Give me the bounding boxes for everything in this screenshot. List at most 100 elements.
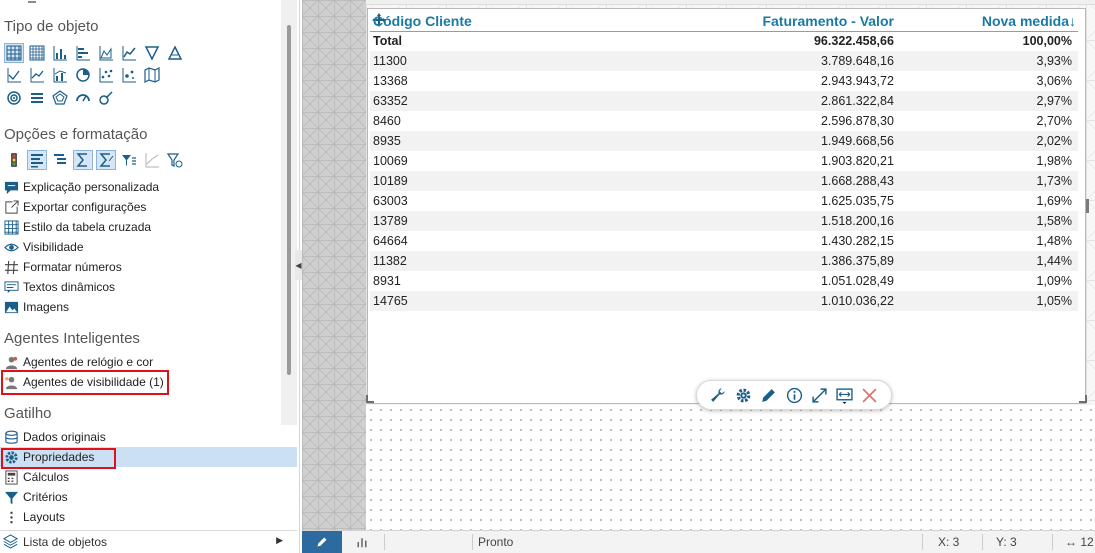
- table-object[interactable]: Código Cliente Faturamento - Valor Nova …: [366, 8, 1089, 410]
- object-list-label: Lista de objetos: [23, 534, 108, 549]
- menu-item-visibility[interactable]: Visibilidade: [3, 237, 84, 257]
- list-type-icon[interactable]: [27, 88, 47, 108]
- bar-chart-type-icon[interactable]: [50, 43, 70, 63]
- trend-disabled-icon[interactable]: [142, 150, 162, 170]
- column-header-new-measure[interactable]: Nova medida↓: [895, 11, 1078, 32]
- info-icon[interactable]: [784, 385, 804, 405]
- pencil-icon[interactable]: [759, 385, 779, 405]
- wrench-icon[interactable]: [708, 385, 728, 405]
- row-percent: 1,09%: [1036, 274, 1072, 288]
- table-row: 10069 1.903.820,21 1,98%: [370, 151, 1078, 171]
- image-icon: [3, 299, 20, 316]
- eye-icon: [3, 239, 20, 256]
- tab-design[interactable]: [302, 531, 342, 553]
- table-row: 11382 1.386.375,89 1,44%: [370, 251, 1078, 271]
- percent-sum-icon[interactable]: [96, 150, 116, 170]
- export-icon: [3, 199, 20, 216]
- line-chart-type-icon[interactable]: [119, 43, 139, 63]
- menu-item-original-data[interactable]: Dados originais: [3, 427, 106, 447]
- table-body: Total 96.322.458,66 100,00% 11300 3.789.6…: [370, 31, 1078, 311]
- radar-type-icon[interactable]: [50, 88, 70, 108]
- table-row: 11300 3.789.648,16 3,93%: [370, 51, 1078, 71]
- row-revenue: 3.789.648,16: [572, 51, 896, 71]
- comment-icon: [3, 179, 20, 196]
- status-separator: [922, 534, 923, 550]
- menu-item-label: Agentes de relógio e cor: [23, 355, 154, 369]
- trend-chart-type-icon[interactable]: [4, 65, 24, 85]
- custom-type-icon[interactable]: [96, 88, 116, 108]
- column-header-revenue[interactable]: Faturamento - Valor: [572, 11, 896, 32]
- sort-down-icon[interactable]: ↓: [1069, 13, 1076, 29]
- status-bar: Pronto X: 3 Y: 3 ↔ 12: [302, 530, 1095, 553]
- resize-handle-right[interactable]: [1086, 199, 1089, 213]
- object-list-bar[interactable]: Lista de objetos ▶: [0, 530, 297, 552]
- menu-item-label: Textos dinâmicos: [23, 280, 116, 294]
- table-row: 8931 1.051.028,49 1,09%: [370, 271, 1078, 291]
- panel-scrollbar[interactable]: [281, 0, 297, 425]
- step-chart-type-icon[interactable]: [27, 65, 47, 85]
- highlight-visibility-agents: [1, 370, 169, 395]
- total-value: 96.322.458,66: [813, 34, 894, 49]
- table-row: 13368 2.943.943,72 3,06%: [370, 71, 1078, 91]
- design-canvas[interactable]: Código Cliente Faturamento - Valor Nova …: [302, 0, 1095, 530]
- menu-item-label: Visibilidade: [23, 240, 84, 254]
- table-type-icon[interactable]: [4, 43, 24, 63]
- row-client-code: 14765: [370, 291, 573, 311]
- caret-right-icon[interactable]: ▶: [276, 535, 283, 546]
- sort-filter-icon[interactable]: [119, 150, 139, 170]
- column-header-label: Nova medida: [981, 12, 1069, 29]
- row-percent: 1,05%: [895, 291, 1078, 311]
- menu-item-calculations[interactable]: Cálculos: [3, 467, 69, 487]
- agent-clock-icon: [3, 354, 20, 371]
- formula-filter-icon[interactable]: [165, 150, 185, 170]
- menu-item-clock-color-agents[interactable]: Agentes de relógio e cor: [3, 352, 153, 372]
- combo-chart-type-icon[interactable]: [50, 65, 70, 85]
- horizontal-bar-type-icon[interactable]: [73, 43, 93, 63]
- menu-item-criteria[interactable]: Critérios: [3, 487, 68, 507]
- properties-panel: Tipo de objeto Opções e formatação Expli…: [0, 0, 300, 553]
- row-client-code: 8931: [373, 274, 401, 288]
- close-icon[interactable]: [860, 385, 880, 405]
- sum-icon[interactable]: [73, 150, 93, 170]
- menu-item-dynamic-texts[interactable]: Textos dinâmicos: [3, 277, 115, 297]
- menu-item-label: Formatar números: [23, 260, 122, 274]
- table-row: 64664 1.430.282,15 1,48%: [370, 231, 1078, 251]
- expand-icon[interactable]: [809, 385, 829, 405]
- indent-rows-icon[interactable]: [50, 150, 70, 170]
- traffic-light-icon[interactable]: [4, 150, 24, 170]
- menu-item-images[interactable]: Imagens: [3, 297, 69, 317]
- scrollbar-thumb[interactable]: [287, 25, 291, 375]
- row-client-code: 63352: [370, 91, 573, 111]
- menu-item-custom-explanation[interactable]: Explicação personalizada: [3, 177, 159, 197]
- menu-item-export-settings[interactable]: Exportar configurações: [3, 197, 146, 217]
- gear-icon[interactable]: [734, 385, 754, 405]
- row-percent: 1,48%: [1036, 234, 1072, 248]
- menu-item-format-numbers[interactable]: Formatar números: [3, 257, 122, 277]
- section-title-trigger: Gatilho: [4, 405, 52, 422]
- map-type-icon[interactable]: [142, 65, 162, 85]
- panel-collapse-handle[interactable]: ◀: [295, 250, 302, 280]
- row-revenue: 1.010.036,22: [572, 291, 896, 311]
- tab-chart-view[interactable]: [342, 531, 382, 553]
- gauge-type-icon[interactable]: [73, 88, 93, 108]
- fit-width-icon[interactable]: [835, 385, 855, 405]
- pie-chart-type-icon[interactable]: [73, 65, 93, 85]
- crosstab-type-icon[interactable]: [27, 43, 47, 63]
- align-rows-icon[interactable]: [27, 150, 47, 170]
- funnel-type-icon[interactable]: [142, 43, 162, 63]
- menu-item-crosstab-style[interactable]: Estilo da tabela cruzada: [3, 217, 151, 237]
- layers-icon: [3, 533, 19, 550]
- target-type-icon[interactable]: [4, 88, 24, 108]
- bubble-chart-type-icon[interactable]: [119, 65, 139, 85]
- row-client-code: 11300: [370, 51, 573, 71]
- column-header-client-code[interactable]: Código Cliente: [370, 11, 573, 32]
- row-percent: 1,73%: [895, 171, 1078, 191]
- row-percent: 1,58%: [895, 211, 1078, 231]
- resize-handle-bottom-left[interactable]: [366, 395, 374, 403]
- resize-handle-bottom-right[interactable]: [1079, 395, 1087, 403]
- scatter-chart-type-icon[interactable]: [96, 65, 116, 85]
- menu-item-layouts[interactable]: Layouts: [3, 507, 65, 527]
- table-row: 63003 1.625.035,75 1,69%: [370, 191, 1078, 211]
- pyramid-type-icon[interactable]: [165, 43, 185, 63]
- area-chart-type-icon[interactable]: [96, 43, 116, 63]
